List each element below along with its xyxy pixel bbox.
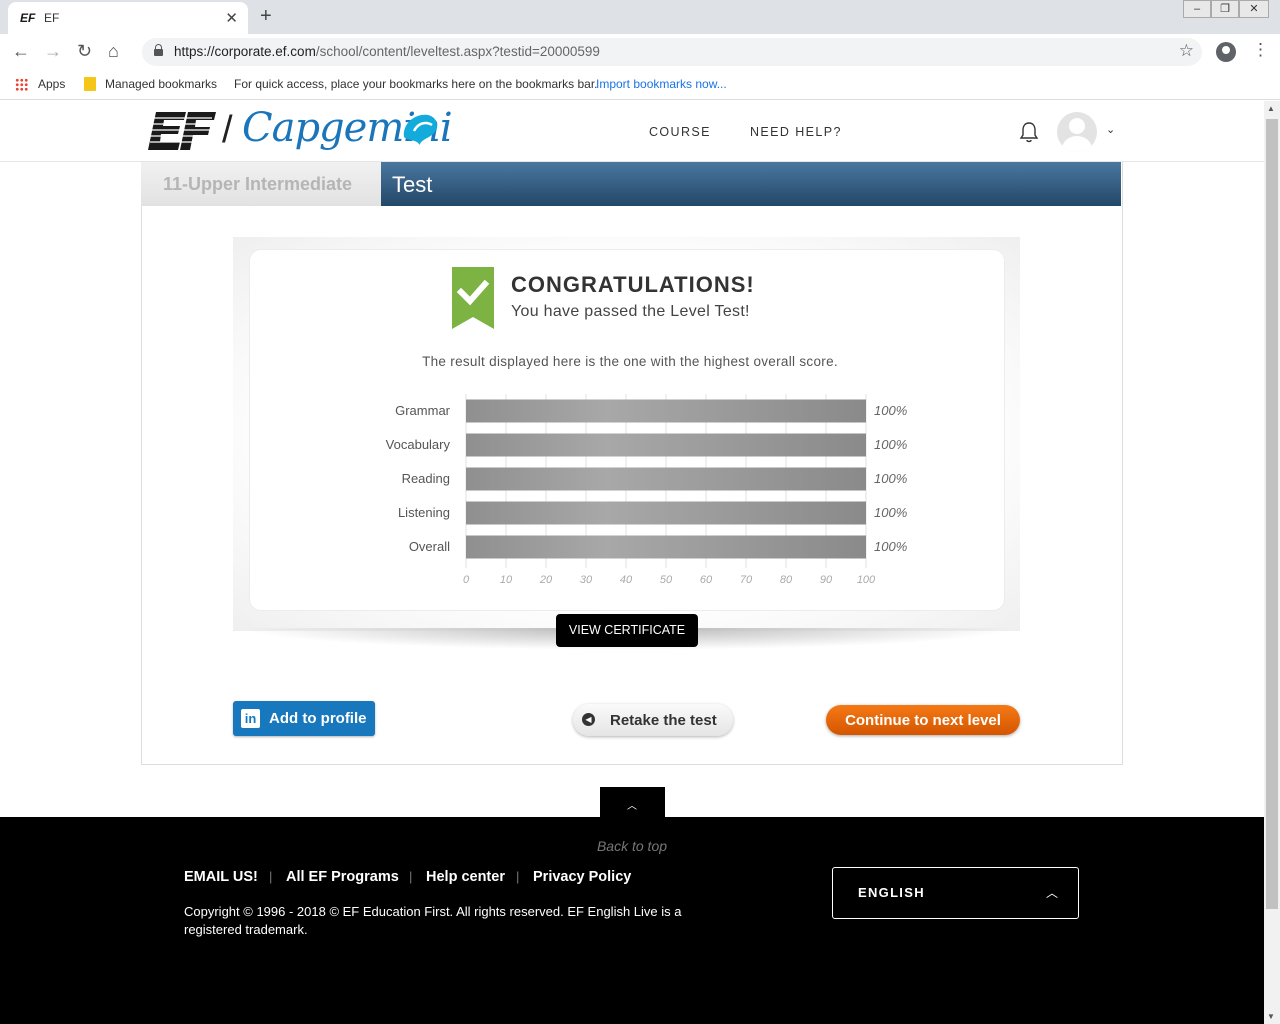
restore-window-icon[interactable]: ❐: [1211, 0, 1239, 18]
footer-separator: |: [516, 869, 520, 884]
view-certificate-button[interactable]: VIEW CERTIFICATE: [556, 614, 698, 647]
linkedin-icon: in: [241, 709, 260, 728]
browser-toolbar: ← → ↻ ⌂ https://corporate.ef.com/school/…: [0, 34, 1280, 70]
address-bar[interactable]: https://corporate.ef.com/school/content/…: [142, 38, 1202, 66]
category-label: Reading: [401, 471, 450, 486]
url-text: https://corporate.ef.com/school/content/…: [174, 44, 600, 59]
bookmark-apps[interactable]: Apps: [38, 77, 65, 91]
category-label: Vocabulary: [385, 437, 450, 452]
x-tick-label: 70: [740, 574, 753, 586]
add-to-linkedin-profile-button[interactable]: in Add to profile: [233, 701, 375, 736]
notification-bell-icon[interactable]: [1019, 121, 1039, 143]
menu-kebab-icon[interactable]: ⋮: [1252, 40, 1269, 60]
score-bar-overall: [466, 535, 866, 559]
language-label: ENGLISH: [858, 885, 925, 900]
tab-title: EF: [44, 11, 60, 25]
check-ribbon-icon: [452, 267, 494, 329]
chevron-up-icon: ︿: [627, 801, 637, 812]
footer-all-programs[interactable]: All EF Programs: [286, 869, 399, 885]
x-tick-label: 50: [660, 574, 673, 586]
score-bar-grammar: [466, 399, 866, 423]
tab-favicon: EF: [20, 11, 36, 25]
lock-icon: [154, 44, 163, 56]
forward-arrow-icon[interactable]: →: [44, 41, 62, 62]
section-title: Test: [392, 172, 433, 197]
copyright-text: Copyright © 1996 - 2018 © EF Education F…: [184, 904, 682, 937]
close-window-icon[interactable]: ✕: [1239, 0, 1269, 18]
x-tick-label: 80: [780, 574, 793, 586]
reload-icon[interactable]: ↻: [77, 41, 92, 62]
nav-course[interactable]: COURSE: [649, 125, 711, 139]
continue-label: Continue to next level: [845, 712, 1001, 729]
account-icon[interactable]: [1216, 42, 1236, 62]
import-bookmarks-link[interactable]: Import bookmarks now...: [596, 77, 727, 91]
level-tab: 11-Upper Intermediate: [141, 162, 381, 206]
footer-help-center[interactable]: Help center: [426, 869, 505, 885]
bookmark-managed[interactable]: Managed bookmarks: [105, 77, 217, 91]
browser-tab[interactable]: EF EF ✕: [8, 2, 248, 34]
footer-separator: |: [409, 869, 413, 884]
x-tick-label: 90: [820, 574, 833, 586]
category-label: Grammar: [395, 403, 450, 418]
score-bar-reading: [466, 467, 866, 491]
category-label: Overall: [408, 539, 450, 554]
close-tab-icon[interactable]: ✕: [225, 9, 238, 27]
category-label: Listening: [397, 505, 450, 520]
new-tab-icon[interactable]: +: [260, 5, 272, 28]
back-to-top-label[interactable]: Back to top: [0, 838, 1264, 854]
scroll-up-icon[interactable]: ▲: [1267, 104, 1275, 113]
chevron-up-icon: ︿: [1045, 886, 1058, 900]
bookmark-star-icon[interactable]: ☆: [1179, 41, 1194, 61]
x-tick-label: 30: [580, 574, 593, 586]
x-tick-label: 40: [620, 574, 633, 586]
minimize-window-icon[interactable]: –: [1183, 0, 1211, 18]
x-tick-label: 10: [500, 574, 513, 586]
level-name: 11-Upper Intermediate: [163, 174, 353, 194]
bookmarks-hint: For quick access, place your bookmarks h…: [234, 77, 598, 91]
x-tick-label: 60: [700, 574, 713, 586]
x-tick-label: 20: [539, 574, 553, 586]
chevron-down-icon[interactable]: ⌄: [1106, 123, 1115, 136]
footer-privacy-policy[interactable]: Privacy Policy: [533, 869, 631, 885]
score-bar-chart: 0 10 20 30 40 50 60 70 80 90 100: [463, 394, 876, 586]
home-icon[interactable]: ⌂: [108, 41, 119, 62]
chevron-left-icon: ◀: [582, 713, 595, 726]
nav-need-help[interactable]: NEED HELP?: [750, 125, 842, 139]
ef-logo[interactable]: [146, 110, 216, 152]
logo-divider: /: [222, 109, 233, 151]
scroll-down-icon[interactable]: ▼: [1267, 1012, 1275, 1021]
bookmarks-bar: Apps Managed bookmarks For quick access,…: [0, 70, 1280, 100]
x-tick-label: 0: [463, 574, 470, 586]
x-tick-label: 100: [857, 574, 876, 586]
browser-tab-strip: EF EF ✕ + – ❐ ✕: [0, 0, 1280, 34]
score-bar-listening: [466, 501, 866, 525]
site-header: / Capgemini COURSE NEED HELP? ⌄: [0, 101, 1264, 162]
score-bar-vocabulary: [466, 433, 866, 457]
user-avatar[interactable]: [1057, 112, 1097, 152]
back-arrow-icon[interactable]: ←: [12, 41, 30, 62]
scrollbar-thumb[interactable]: [1266, 119, 1278, 909]
page-scrollbar[interactable]: ▲ ▼: [1264, 101, 1280, 1024]
language-selector[interactable]: ENGLISH ︿: [832, 867, 1079, 919]
footer-email-us[interactable]: EMAIL US!: [184, 869, 258, 885]
footer-separator: |: [269, 869, 273, 884]
retake-label: Retake the test: [610, 712, 717, 729]
passed-subheading: You have passed the Level Test!: [511, 303, 750, 320]
apps-grid-icon[interactable]: [15, 78, 28, 91]
test-title-bar: Test: [381, 162, 1121, 206]
add-to-profile-label: Add to profile: [269, 710, 367, 727]
back-to-top-button[interactable]: ︿: [600, 787, 665, 817]
capgemini-spade-icon: [403, 114, 437, 145]
folder-icon: [84, 77, 96, 91]
continue-next-level-button[interactable]: Continue to next level: [826, 705, 1020, 735]
retake-test-button[interactable]: ◀ Retake the test: [573, 704, 733, 736]
congratulations-heading: CONGRATULATIONS!: [511, 272, 755, 297]
result-note: The result displayed here is the one wit…: [422, 354, 838, 369]
